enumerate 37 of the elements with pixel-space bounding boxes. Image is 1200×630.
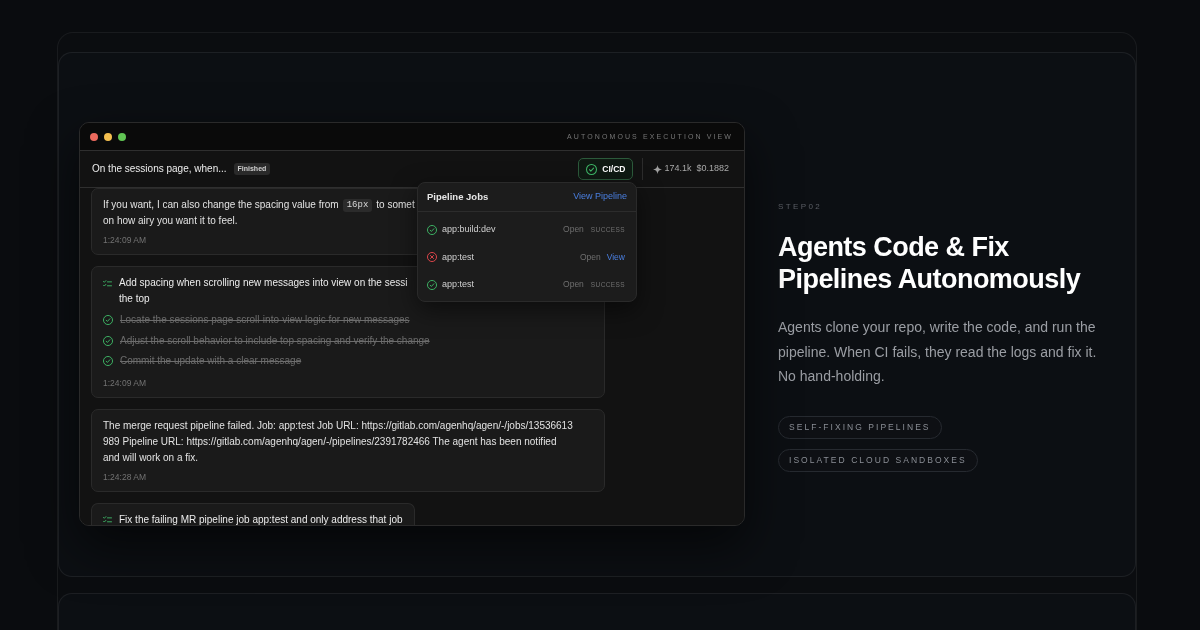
view-pipeline-link[interactable]: View Pipeline	[573, 190, 627, 204]
timestamp: 1:24:09 AM	[103, 234, 146, 246]
checklist-icon	[103, 279, 112, 287]
message-text: to somet	[376, 198, 415, 212]
window-minimize-icon[interactable]	[104, 132, 112, 141]
window-maximize-icon[interactable]	[118, 132, 126, 141]
inline-code: 16px	[342, 198, 373, 212]
message-text: The merge request pipeline failed. Job: app:test Job URL: https://gitlab.com/agenhq/agen/-/jobs/13536613 989 Pipeline URL: https://gitlab.com/agenhq/agen/-/pipelines/2391782466 The agent has been notified and will work on a fix.	[103, 418, 573, 465]
job-name: app:test	[442, 278, 475, 291]
task-title: Add spacing when scrolling new messages into view on the sessi the top	[119, 276, 408, 306]
checklist-icon	[103, 516, 112, 523]
message-text: on how airy you want it to feel.	[103, 214, 238, 228]
token-count: 174.1k	[664, 162, 692, 176]
ci-cd-button[interactable]: CI/CD	[578, 158, 634, 180]
timestamp: 1:24:28 AM	[103, 470, 146, 483]
job-name: app:test	[442, 250, 475, 264]
open-link[interactable]: Open	[563, 223, 584, 237]
feature-tag: SELF-FIXING PIPELINES	[778, 415, 942, 439]
step-text: Commit the update with a clear message	[120, 354, 302, 369]
cost-value: $0.1882	[696, 162, 729, 176]
popover-title: Pipeline Jobs	[427, 189, 489, 204]
task-title: Fix the failing MR pipeline job app:test and only address that job	[119, 512, 403, 525]
feature-description: Agents clone your repo, write the code, and run the pipeline. When CI fails, they read the logs and fix it. No hand-holding.	[778, 318, 1098, 386]
feature-heading: Agents Code & Fix Pipelines Autonomously	[778, 231, 1082, 295]
step-text: Locate the sessions page scroll-into-view logic for new messages	[120, 313, 410, 328]
job-name: app:build:dev	[442, 223, 496, 236]
message-text: If you want, I can also change the spacing value from	[103, 198, 339, 212]
session-title: On the sessions page, when...	[92, 162, 227, 176]
step-text: Adjust the scroll behavior to include top spacing and verify the change	[120, 333, 430, 348]
open-link[interactable]: Open	[563, 278, 584, 292]
step-label: STEP02	[778, 201, 823, 213]
feature-tag: ISOLATED CLOUD SANDBOXES	[778, 448, 978, 472]
open-link[interactable]: Open	[579, 250, 601, 264]
window-close-icon[interactable]	[90, 132, 98, 141]
sparkle-icon	[653, 164, 663, 174]
view-link[interactable]: View	[606, 250, 625, 264]
timestamp: 1:24:09 AM	[103, 376, 146, 389]
